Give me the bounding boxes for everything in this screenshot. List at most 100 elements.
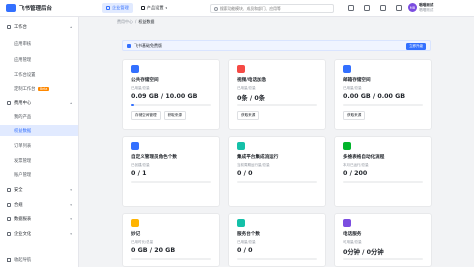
sidebar-item-label: 权益数据 xyxy=(14,128,32,134)
nav-enterprise-label: 企业管理 xyxy=(112,5,129,10)
breadcrumb-item[interactable]: 费用中心 xyxy=(117,19,133,24)
search-box[interactable] xyxy=(210,4,334,13)
benefit-icon xyxy=(131,219,139,227)
breadcrumb-current: 权益数据 xyxy=(138,19,155,24)
beta-badge: Beta xyxy=(38,86,49,91)
sidebar-item-label: 我的产品 xyxy=(14,114,32,120)
card-meta: 已用量/总量 xyxy=(131,86,150,90)
sidebar-item-label: 费用中心 xyxy=(14,100,32,106)
sidebar-item-label: 应用审核 xyxy=(14,41,32,47)
card-actions: 存储空间管理 获取来源 xyxy=(131,111,189,120)
benefit-card: 公共存储空间 已用量/总量 0.09 GB / 10.00 GB 存储空间管理 获取来源 xyxy=(122,59,220,130)
sidebar-item-label: 合规 xyxy=(14,202,23,208)
card-meta: 已创建/总量 xyxy=(131,163,150,167)
benefit-icon xyxy=(343,142,351,150)
chevron-down-icon: ▾ xyxy=(70,216,72,221)
card-action-button[interactable]: 获取来源 xyxy=(343,111,366,120)
bell-icon[interactable] xyxy=(380,5,386,11)
card-meta: 已用量/总量 xyxy=(237,240,256,244)
sidebar-group-culture[interactable]: 企业文化 ▾ xyxy=(0,228,78,239)
sidebar-item-app-manage[interactable]: 应用管理 xyxy=(0,54,78,65)
message-icon[interactable] xyxy=(364,5,370,11)
chart-icon xyxy=(7,216,11,221)
benefit-card: 电话服务 可用量/总量 0分钟 / 0分钟 xyxy=(334,213,432,267)
sidebar-item-benefits-data[interactable]: 权益数据 xyxy=(0,125,78,136)
sidebar-item-account[interactable]: 账户管理 xyxy=(0,169,78,180)
card-value: 0.00 GB / 0.00 GB xyxy=(343,93,406,100)
nav-enterprise[interactable]: 企业管理 xyxy=(102,3,133,13)
sidebar-group-billing[interactable]: 费用中心 ▴ xyxy=(0,97,78,108)
sidebar-group-reports[interactable]: 数据报表 ▾ xyxy=(0,213,78,224)
card-action-button[interactable]: 获取来源 xyxy=(163,111,186,120)
compliance-icon xyxy=(7,202,11,207)
collapse-nav-button[interactable]: 收起导航 xyxy=(7,257,31,263)
benefit-icon xyxy=(343,219,351,227)
sidebar-item-label: 发票管理 xyxy=(14,158,32,164)
usage-progress xyxy=(237,104,317,106)
benefit-card: 视频/电话加急 已用量/总量 0条 / 0条 获取来源 xyxy=(228,59,326,130)
sidebar-item-my-products[interactable]: 我的产品 xyxy=(0,111,78,122)
apps-icon[interactable] xyxy=(396,5,402,11)
chevron-down-icon: ▾ xyxy=(165,6,168,10)
card-action-button[interactable]: 获取来源 xyxy=(237,111,260,120)
upgrade-button[interactable]: 立即升级 xyxy=(406,43,426,50)
card-value: 0 / 1 xyxy=(131,170,147,177)
card-title: 服务台个数 xyxy=(237,232,260,237)
usage-progress xyxy=(131,181,211,183)
nav-product-label: 产品设置 xyxy=(146,5,164,10)
nav-product[interactable]: 产品设置 ▾ xyxy=(137,3,171,13)
collapse-label: 收起导航 xyxy=(14,258,32,263)
breadcrumb-separator: / xyxy=(135,19,137,24)
card-value: 0 / 0 xyxy=(237,170,253,177)
usage-progress xyxy=(343,181,423,183)
chevron-down-icon: ▾ xyxy=(70,187,72,192)
card-action-button[interactable]: 存储空间管理 xyxy=(131,111,161,120)
card-value: 0 / 0 xyxy=(237,247,253,254)
card-meta: 已用量/总量 xyxy=(343,86,362,90)
app-title: 飞书管理后台 xyxy=(19,6,53,12)
card-title: 多维表格自动化流程 xyxy=(343,155,385,160)
grid-icon xyxy=(140,6,145,10)
user-info[interactable]: 唱唱测试 唱唱测试 xyxy=(419,3,433,13)
collapse-icon xyxy=(7,258,11,262)
usage-progress xyxy=(237,181,317,183)
sidebar-item-app-review[interactable]: 应用审核 xyxy=(0,38,78,49)
card-title: 集成平台集成流运行 xyxy=(237,155,279,160)
workbench-icon xyxy=(7,24,11,29)
sidebar-group-workbench[interactable]: 工作台 ▴ xyxy=(0,21,78,32)
sidebar-item-label: 账户管理 xyxy=(14,172,32,178)
benefit-card: 集成平台集成流运行 当前周期运行量/总量 0 / 0 xyxy=(228,136,326,207)
chevron-up-icon: ▴ xyxy=(70,24,72,29)
chevron-down-icon: ▾ xyxy=(70,231,72,236)
card-title: 邮箱存储空间 xyxy=(343,78,371,83)
chevron-down-icon: ▾ xyxy=(70,202,72,207)
card-value: 0.09 GB / 10.00 GB xyxy=(131,93,198,100)
help-icon[interactable] xyxy=(348,5,354,11)
sidebar-item-custom-workbench[interactable]: 定制工作台 Beta xyxy=(0,83,78,94)
benefit-icon xyxy=(237,65,245,73)
app-logo[interactable]: 飞书管理后台 xyxy=(6,4,102,12)
card-meta: 已用量/总量 xyxy=(237,86,256,90)
sidebar-group-security[interactable]: 安全 ▾ xyxy=(0,184,78,195)
card-value: 0 / 200 xyxy=(343,170,368,177)
card-value: 0分钟 / 0分钟 xyxy=(343,249,384,256)
search-input[interactable] xyxy=(220,6,330,11)
benefit-icon xyxy=(237,142,245,150)
breadcrumb: 费用中心 / 权益数据 xyxy=(117,19,156,25)
sidebar-item-label: 安全 xyxy=(14,187,23,193)
plan-icon xyxy=(127,43,131,48)
sidebar-item-workbench-settings[interactable]: 工作台设置 xyxy=(0,69,78,80)
card-meta: 本月已运行/总量 xyxy=(343,163,369,167)
card-title: 电话服务 xyxy=(343,232,362,237)
card-meta: 当前周期运行量/总量 xyxy=(237,163,270,167)
sidebar-item-orders[interactable]: 订单列表 xyxy=(0,140,78,151)
sidebar-item-label: 应用管理 xyxy=(14,57,32,63)
usage-progress xyxy=(343,104,423,106)
sidebar-item-invoices[interactable]: 发票管理 xyxy=(0,155,78,166)
card-title: 妙记 xyxy=(131,232,141,237)
avatar[interactable]: MB xyxy=(408,3,417,12)
sidebar-item-label: 数据报表 xyxy=(14,216,32,222)
sidebar-group-compliance[interactable]: 合规 ▾ xyxy=(0,199,78,210)
usage-progress xyxy=(131,104,211,106)
card-title: 自定义管理员角色个数 xyxy=(131,155,177,160)
